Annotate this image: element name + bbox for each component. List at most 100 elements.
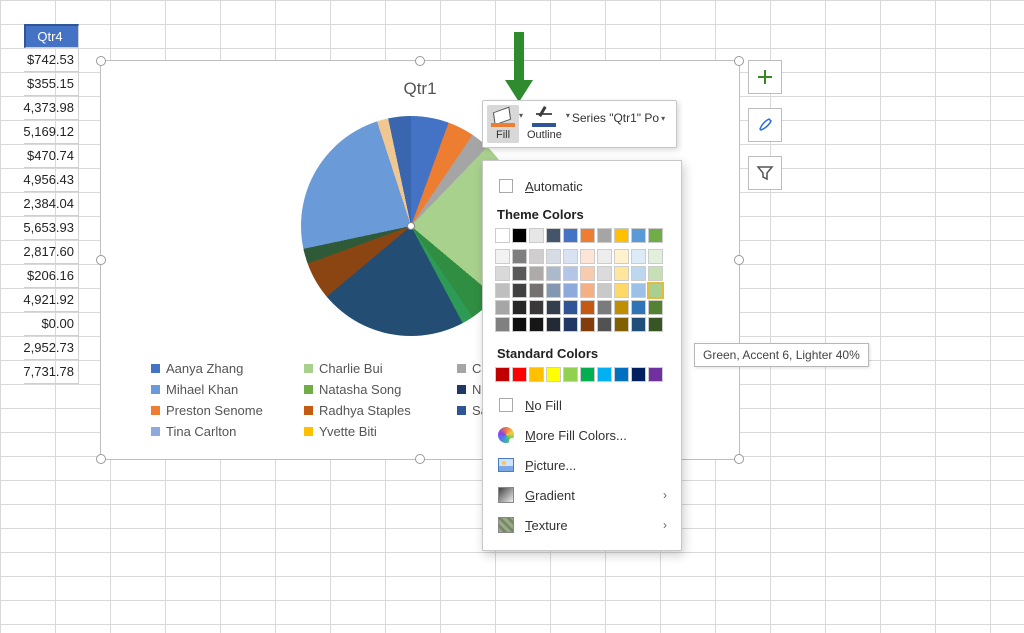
data-cell[interactable]: 4,373.98 xyxy=(24,96,79,120)
chart-elements-button[interactable] xyxy=(748,60,782,94)
color-swatch[interactable] xyxy=(546,367,561,382)
data-cell[interactable]: 2,952.73 xyxy=(24,336,79,360)
resize-handle[interactable] xyxy=(415,56,425,66)
color-swatch[interactable] xyxy=(614,228,629,243)
color-swatch[interactable] xyxy=(597,300,612,315)
color-swatch[interactable] xyxy=(580,228,595,243)
fill-button[interactable]: Fill ▾ xyxy=(487,105,519,143)
legend-item[interactable]: Yvette Biti xyxy=(304,424,429,439)
color-swatch[interactable] xyxy=(563,228,578,243)
resize-handle[interactable] xyxy=(96,56,106,66)
color-swatch[interactable] xyxy=(631,367,646,382)
legend-item[interactable]: Mihael Khan xyxy=(151,382,276,397)
color-swatch[interactable] xyxy=(597,228,612,243)
texture-option[interactable]: Texture › xyxy=(483,510,681,540)
color-swatch[interactable] xyxy=(529,266,544,281)
color-swatch[interactable] xyxy=(546,266,561,281)
color-swatch[interactable] xyxy=(512,317,527,332)
resize-handle[interactable] xyxy=(734,56,744,66)
color-swatch[interactable] xyxy=(648,228,663,243)
data-cell[interactable]: $206.16 xyxy=(24,264,79,288)
color-swatch[interactable] xyxy=(614,266,629,281)
data-cell[interactable]: 7,731.78 xyxy=(24,360,79,384)
color-swatch[interactable] xyxy=(563,317,578,332)
color-swatch[interactable] xyxy=(580,283,595,298)
legend-item[interactable]: Natasha Song xyxy=(304,382,429,397)
color-swatch[interactable] xyxy=(631,283,646,298)
color-swatch[interactable] xyxy=(512,249,527,264)
data-cell[interactable]: 4,956.43 xyxy=(24,168,79,192)
color-swatch[interactable] xyxy=(512,266,527,281)
color-swatch[interactable] xyxy=(495,283,510,298)
color-swatch[interactable] xyxy=(495,317,510,332)
color-swatch[interactable] xyxy=(529,228,544,243)
resize-handle[interactable] xyxy=(96,454,106,464)
data-cell[interactable]: 2,817.60 xyxy=(24,240,79,264)
color-swatch[interactable] xyxy=(631,300,646,315)
color-swatch[interactable] xyxy=(563,367,578,382)
resize-handle[interactable] xyxy=(734,454,744,464)
color-swatch[interactable] xyxy=(648,266,663,281)
data-cell[interactable]: 4,921.92 xyxy=(24,288,79,312)
picture-option[interactable]: Picture... xyxy=(483,450,681,480)
color-swatch[interactable] xyxy=(648,283,663,298)
color-swatch[interactable] xyxy=(546,317,561,332)
color-swatch[interactable] xyxy=(529,367,544,382)
color-swatch[interactable] xyxy=(546,228,561,243)
color-swatch[interactable] xyxy=(614,249,629,264)
color-swatch[interactable] xyxy=(614,317,629,332)
color-swatch[interactable] xyxy=(597,266,612,281)
legend-item[interactable]: Charlie Bui xyxy=(304,361,429,376)
data-cell[interactable]: 5,653.93 xyxy=(24,216,79,240)
chevron-down-icon[interactable]: ▾ xyxy=(564,111,570,120)
chevron-down-icon[interactable]: ▾ xyxy=(659,114,665,123)
automatic-option[interactable]: Automatic xyxy=(483,171,681,201)
no-fill-option[interactable]: No Fill xyxy=(483,390,681,420)
legend-item[interactable]: Preston Senome xyxy=(151,403,276,418)
resize-handle[interactable] xyxy=(734,255,744,265)
resize-handle[interactable] xyxy=(96,255,106,265)
legend-item[interactable]: Aanya Zhang xyxy=(151,361,276,376)
color-swatch[interactable] xyxy=(597,367,612,382)
color-swatch[interactable] xyxy=(614,367,629,382)
color-swatch[interactable] xyxy=(563,249,578,264)
color-swatch[interactable] xyxy=(495,367,510,382)
color-swatch[interactable] xyxy=(631,228,646,243)
resize-handle[interactable] xyxy=(415,454,425,464)
color-swatch[interactable] xyxy=(529,300,544,315)
data-cell[interactable]: $470.74 xyxy=(24,144,79,168)
color-swatch[interactable] xyxy=(546,249,561,264)
series-selector[interactable]: Series "Qtr1" Po ▾ xyxy=(570,105,670,131)
color-swatch[interactable] xyxy=(529,317,544,332)
color-swatch[interactable] xyxy=(597,249,612,264)
color-swatch[interactable] xyxy=(495,228,510,243)
data-cell[interactable]: 5,169.12 xyxy=(24,120,79,144)
color-swatch[interactable] xyxy=(580,317,595,332)
color-swatch[interactable] xyxy=(614,283,629,298)
color-swatch[interactable] xyxy=(580,300,595,315)
outline-button[interactable]: Outline ▾ xyxy=(523,105,566,143)
data-cell[interactable]: $355.15 xyxy=(24,72,79,96)
color-swatch[interactable] xyxy=(529,283,544,298)
color-swatch[interactable] xyxy=(580,367,595,382)
chart-filter-button[interactable] xyxy=(748,156,782,190)
color-swatch[interactable] xyxy=(631,249,646,264)
color-swatch[interactable] xyxy=(648,367,663,382)
color-swatch[interactable] xyxy=(495,249,510,264)
column-header-qtr4[interactable]: Qtr4 xyxy=(24,24,79,48)
color-swatch[interactable] xyxy=(512,300,527,315)
color-swatch[interactable] xyxy=(512,283,527,298)
data-cell[interactable]: $0.00 xyxy=(24,312,79,336)
color-swatch[interactable] xyxy=(495,300,510,315)
color-swatch[interactable] xyxy=(546,283,561,298)
chart-title[interactable]: Qtr1 xyxy=(101,61,739,99)
data-cell[interactable]: 2,384.04 xyxy=(24,192,79,216)
color-swatch[interactable] xyxy=(495,266,510,281)
color-swatch[interactable] xyxy=(614,300,629,315)
color-swatch[interactable] xyxy=(546,300,561,315)
color-swatch[interactable] xyxy=(597,283,612,298)
color-swatch[interactable] xyxy=(563,300,578,315)
color-swatch[interactable] xyxy=(529,249,544,264)
legend-item[interactable]: Tina Carlton xyxy=(151,424,276,439)
data-cell[interactable]: $742.53 xyxy=(24,48,79,72)
